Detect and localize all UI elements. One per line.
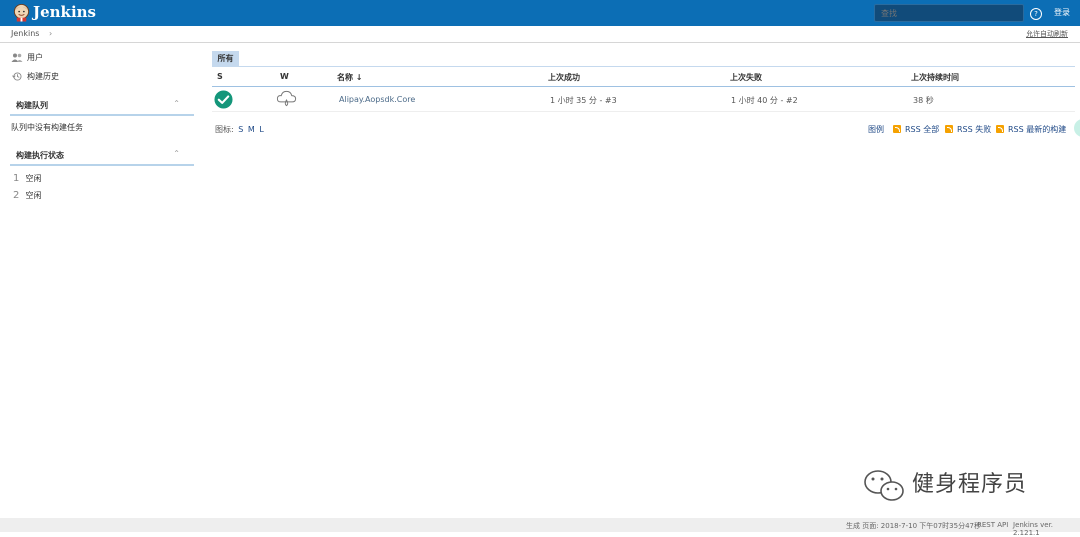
build-queue-header[interactable]: 构建队列 ⌃ [10,98,194,116]
last-failure-cell[interactable]: 1 小时 40 分 - #2 [731,95,798,106]
last-duration-cell: 38 秒 [913,96,934,105]
executor-number: 2 [13,190,20,201]
tab-divider [212,66,1075,67]
rss-failed-link[interactable]: RSS 失败 [945,124,991,135]
login-link[interactable]: 登录 [1054,7,1070,18]
side-widget-handle[interactable] [1074,119,1080,137]
cloud-rain-icon[interactable] [276,89,297,109]
rss-icon [996,125,1004,133]
tab-all[interactable]: 所有 [212,51,239,66]
breadcrumb-bar: Jenkins › 允许自动刷新 [0,26,1080,43]
rss-latest-link[interactable]: RSS 最新的构建 [996,124,1066,135]
table-row-divider [212,111,1075,112]
rss-icon [893,125,901,133]
history-icon [12,72,22,81]
rss-icon [945,125,953,133]
executor-row: 2 空闲 [13,190,42,201]
build-queue-empty: 队列中没有构建任务 [11,123,83,132]
column-header-name[interactable]: 名称 ↓ [337,72,363,83]
collapse-chevron-icon[interactable]: ⌃ [173,149,180,158]
enable-autorefresh-link[interactable]: 允许自动刷新 [1026,29,1068,39]
column-header-weather[interactable]: W [280,72,289,81]
search-input[interactable] [874,4,1024,22]
sidebar-item-label: 构建历史 [27,72,59,81]
collapse-chevron-icon[interactable]: ⌃ [173,99,180,108]
executor-state[interactable]: 空闲 [26,191,42,200]
executor-row: 1 空闲 [13,173,42,184]
rss-all-label: RSS 全部 [905,125,940,134]
column-header-last-duration[interactable]: 上次持续时间 [911,72,959,83]
icon-size-selector: 图标: S M L [215,124,264,135]
build-queue-title[interactable]: 构建队列 [16,100,48,111]
page-footer: 生成 页面: 2018-7-10 下午07时35分47秒 REST API Je… [0,518,1080,537]
job-name-link[interactable]: Alipay.Aopsdk.Core [339,95,415,104]
users-icon [11,53,23,62]
icon-size-medium[interactable]: M [248,125,255,134]
table-header-divider [212,86,1075,87]
rss-all-link[interactable]: RSS 全部 [893,124,939,135]
rest-api-link[interactable]: REST API [977,521,1008,529]
breadcrumb-separator-icon[interactable]: › [49,29,52,38]
breadcrumb-root[interactable]: Jenkins [11,29,39,38]
rss-latest-label: RSS 最新的构建 [1008,125,1067,134]
executor-status-title[interactable]: 构建执行状态 [16,150,64,161]
column-header-last-failure[interactable]: 上次失败 [730,72,762,83]
column-header-last-success[interactable]: 上次成功 [548,72,580,83]
sidebar-item-users[interactable]: 用户 [11,52,43,63]
job-name-cell: Alipay.Aopsdk.Core [339,95,415,104]
rss-failed-label: RSS 失败 [957,125,992,134]
icon-size-small[interactable]: S [238,125,243,134]
brand-title[interactable]: Jenkins [33,3,96,22]
page-generated-time: 生成 页面: 2018-7-10 下午07时35分47秒 [846,522,981,530]
icon-size-large[interactable]: L [259,125,263,134]
executor-number: 1 [13,173,20,184]
executor-state[interactable]: 空闲 [26,174,42,183]
sidebar-item-build-history[interactable]: 构建历史 [11,71,59,82]
executor-status-header[interactable]: 构建执行状态 ⌃ [10,148,194,166]
sidebar-item-label: 用户 [27,53,43,62]
success-check-icon[interactable] [214,90,233,109]
watermark-text: 健身程序员 [912,472,1028,497]
column-header-status[interactable]: S [217,72,223,81]
jenkins-version-link[interactable]: Jenkins ver. 2.121.1 [1013,521,1080,537]
jenkins-logo-icon[interactable] [12,3,31,22]
top-header: Jenkins ? 登录 [0,0,1080,26]
last-success-cell[interactable]: 1 小时 35 分 - #3 [550,95,617,106]
icon-size-label: 图标: [215,125,234,134]
legend-link[interactable]: 图例 [868,124,884,135]
help-icon[interactable]: ? [1030,8,1042,20]
